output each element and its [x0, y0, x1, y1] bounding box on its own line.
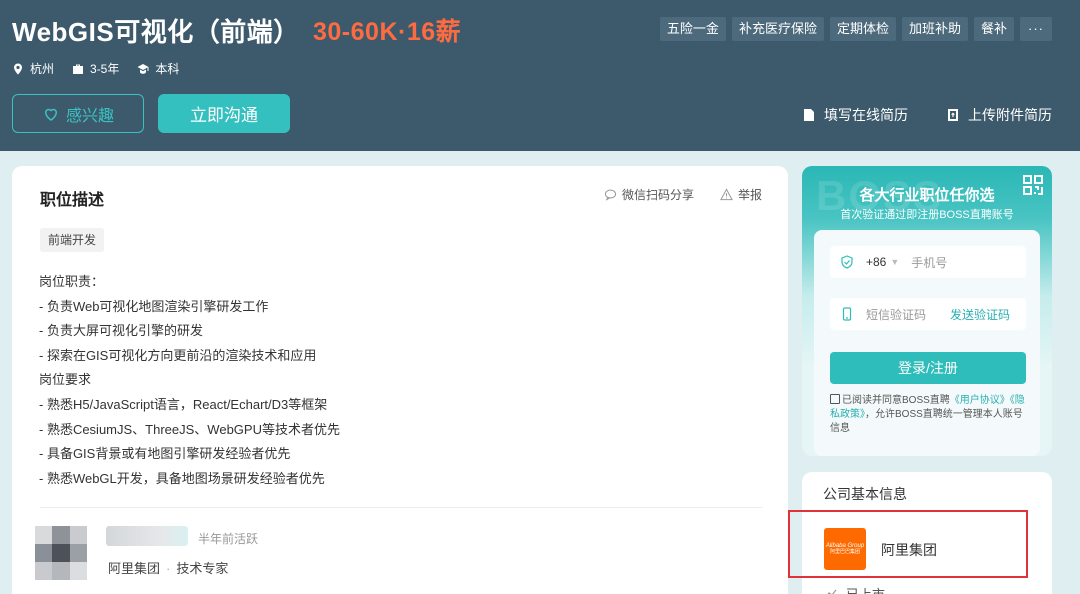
login-panel: BOSS 各大行业职位任你选 首次验证通过即注册BOSS直聘账号 +86 ▼ 手…: [802, 166, 1052, 456]
fill-online-resume-label: 填写在线简历: [824, 107, 908, 123]
heart-icon: [44, 108, 57, 121]
briefcase-icon: [73, 64, 84, 74]
recruiter-company-role: 阿里集团 · 技术专家: [108, 558, 228, 577]
avatar: [35, 526, 87, 580]
description-line: - 探索在GIS可视化方向更前沿的渲染技术和应用: [39, 347, 317, 363]
section-divider: [40, 507, 762, 508]
company-logo[interactable]: Alibaba Group 阿里巴巴集团: [824, 528, 866, 570]
upload-icon: [948, 109, 958, 121]
sms-code-input[interactable]: 短信验证码: [866, 306, 926, 323]
shield-check-icon: [841, 255, 853, 269]
send-code-button[interactable]: 发送验证码: [950, 306, 1010, 323]
description-line: - 负责大屏可视化引擎的研发: [39, 323, 203, 339]
job-experience-text: 3-5年: [90, 62, 120, 76]
agreement-text: 已阅读并同意BOSS直聘《用户协议》《隐私政策》，允许BOSS直聘统一管理本人账…: [830, 394, 1026, 436]
country-code-select[interactable]: +86: [866, 255, 886, 269]
description-line: 岗位要求: [39, 372, 92, 388]
benefit-tag: 定期体检: [829, 17, 896, 41]
job-header: WebGIS可视化（前端） 30-60K·16薪 五险一金 补充医疗保险 定期体…: [0, 0, 1080, 151]
document-icon: [804, 109, 814, 121]
interest-button[interactable]: 感兴趣: [12, 94, 144, 133]
description-line: - 负责Web可视化地图渲染引擎研发工作: [39, 298, 269, 314]
graduation-cap-icon: [137, 63, 149, 74]
benefit-tag: 补充医疗保险: [731, 17, 824, 41]
recruiter-info[interactable]: 半年前活跃 阿里集团 · 技术专家: [16, 514, 351, 594]
description-line: - 熟悉H5/JavaScript语言，React/Echart/D3等框架: [39, 396, 328, 412]
logo-text: 阿里巴巴集团: [829, 549, 860, 555]
phone-input[interactable]: 手机号: [911, 254, 947, 271]
chevron-down-icon: ▼: [890, 257, 900, 267]
job-meta: 杭州 3-5年 本科: [12, 60, 179, 77]
chat-now-button[interactable]: 立即沟通: [158, 94, 290, 133]
recruiter-active-status: 半年前活跃: [198, 532, 259, 546]
upload-attachment-resume-label: 上传附件简历: [968, 107, 1052, 123]
agreement-checkbox[interactable]: [830, 394, 840, 404]
stock-chart-icon: [827, 589, 837, 594]
upload-attachment-resume-link[interactable]: 上传附件简历: [946, 105, 1052, 125]
fill-online-resume-link[interactable]: 填写在线简历: [802, 105, 908, 125]
wechat-chat-icon: [604, 189, 617, 201]
agree-prefix: 已阅读并同意BOSS直聘: [842, 395, 950, 406]
company-listing-row: 已上市: [824, 584, 885, 594]
job-salary: 30-60K·16薪: [313, 18, 462, 46]
benefit-tags: 五险一金 补充医疗保险 定期体检 加班补助 餐补 ···: [659, 17, 1052, 41]
resume-links: 填写在线简历 上传附件简历: [802, 105, 1052, 125]
wechat-share-link[interactable]: 微信扫码分享: [604, 186, 694, 203]
recruiter-name-blurred: [106, 526, 188, 546]
job-location-text: 杭州: [30, 62, 55, 76]
separator: ·: [166, 561, 171, 576]
company-listing-status: 已上市: [846, 584, 885, 594]
recruiter-company: 阿里集团: [108, 561, 161, 576]
interest-label: 感兴趣: [65, 107, 114, 125]
location-pin-icon: [14, 63, 22, 74]
job-education: 本科: [137, 60, 179, 77]
report-link[interactable]: 举报: [720, 186, 762, 203]
login-form: +86 ▼ 手机号 短信验证码 发送验证码 登录/注册 已阅读并同意BOSS直聘…: [814, 230, 1040, 456]
job-experience: 3-5年: [72, 60, 119, 77]
warning-icon: [720, 188, 733, 201]
company-name-link[interactable]: 阿里集团: [881, 540, 937, 560]
benefit-tag: 五险一金: [659, 17, 726, 41]
job-title: WebGIS可视化（前端）: [12, 17, 300, 47]
job-education-text: 本科: [155, 62, 180, 76]
description-line: - 具备GIS背景或有地图引擎研发经验者优先: [39, 446, 291, 462]
benefit-tag: 餐补: [973, 17, 1014, 41]
description-line: - 熟悉WebGL开发，具备地图场景研发经验者优先: [39, 470, 325, 486]
wechat-share-label: 微信扫码分享: [621, 188, 694, 202]
benefit-tag: 加班补助: [901, 17, 968, 41]
report-label: 举报: [737, 188, 762, 202]
job-location: 杭州: [12, 60, 54, 77]
more-benefits-button[interactable]: ···: [1020, 17, 1052, 41]
description-line: - 熟悉CesiumJS、ThreeJS、WebGPU等技术者优先: [39, 421, 340, 437]
job-category-tag: 前端开发: [40, 228, 105, 252]
phone-icon: [842, 307, 852, 321]
login-title: 各大行业职位任你选: [859, 187, 995, 204]
description-actions: 微信扫码分享 举报: [604, 186, 762, 203]
recruiter-role: 技术专家: [176, 561, 229, 576]
user-agreement-link[interactable]: 《用户协议》: [950, 395, 1010, 406]
login-subtitle: 首次验证通过即注册BOSS直聘账号: [840, 209, 1014, 221]
section-title: 职位描述: [40, 192, 105, 209]
phone-field[interactable]: +86 ▼ 手机号: [830, 246, 1026, 278]
login-register-button[interactable]: 登录/注册: [830, 352, 1026, 384]
sms-code-field[interactable]: 短信验证码 发送验证码: [830, 298, 1026, 330]
description-line: 岗位职责：: [39, 274, 105, 289]
company-section-title: 公司基本信息: [823, 486, 907, 502]
job-description-text: 岗位职责： - 负责Web可视化地图渲染引擎研发工作 - 负责大屏可视化引擎的研…: [39, 270, 340, 491]
